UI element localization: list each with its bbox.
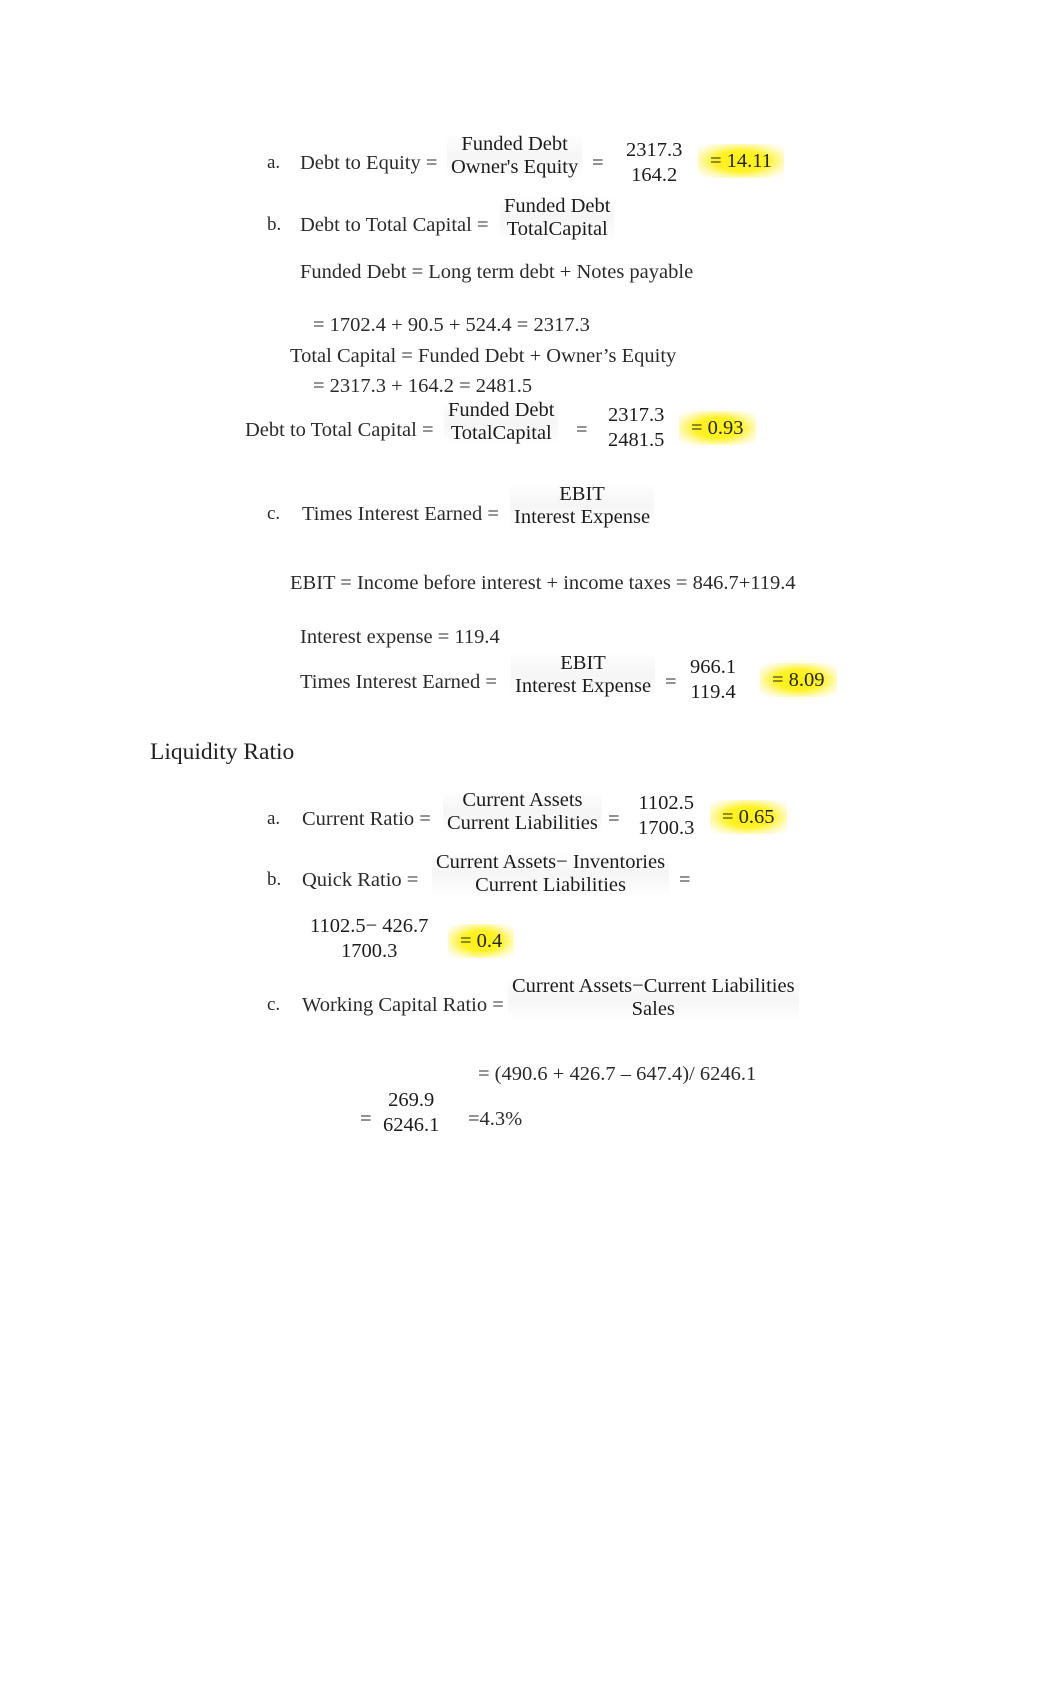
funded-debt-definition: Funded Debt = Long term debt + Notes pay… bbox=[300, 261, 694, 283]
debt-to-total-capital-result-highlight: = 0.93 bbox=[679, 411, 756, 445]
item-letter: a. bbox=[267, 152, 281, 173]
debt-to-total-capital-solved-formula: Funded Debt TotalCapital bbox=[444, 399, 559, 445]
list-item-letter-c-working-capital-ratio: c. bbox=[267, 994, 280, 1016]
value-denominator: 164.2 bbox=[631, 163, 678, 186]
debt-to-total-capital-label: Debt to Total Capital = bbox=[300, 214, 489, 236]
working-capital-ratio-formula: Current Assets−Current Liabilities Sales bbox=[508, 975, 799, 1021]
value-numerator: 966.1 bbox=[690, 656, 737, 678]
value-denominator: 1700.3 bbox=[341, 939, 398, 962]
ebit-definition: EBIT = Income before interest + income t… bbox=[290, 572, 796, 594]
total-capital-definition: Total Capital = Funded Debt + Owner’s Eq… bbox=[290, 345, 677, 367]
formula-numerator: Current Assets− Inventories bbox=[436, 851, 666, 873]
page-title-liquidity-ratio: Liquidity Ratio bbox=[150, 739, 295, 765]
quick-ratio-values: 1102.5− 426.7 1700.3 bbox=[310, 914, 428, 963]
value-denominator: 2481.5 bbox=[608, 428, 665, 451]
debt-to-total-capital-equals-sign: = bbox=[576, 419, 588, 441]
value-denominator: 6246.1 bbox=[383, 1113, 440, 1136]
formula-numerator: EBIT bbox=[559, 483, 605, 505]
item-letter: c. bbox=[267, 994, 281, 1015]
formula-numerator: Funded Debt bbox=[448, 399, 555, 421]
times-interest-earned-label: Times Interest Earned = bbox=[302, 503, 499, 525]
times-interest-earned-result: = 8.09 bbox=[760, 663, 837, 697]
debt-to-total-capital-solved-label: Debt to Total Capital = bbox=[245, 419, 434, 441]
formula-numerator: EBIT bbox=[560, 652, 606, 674]
working-capital-calculation: = (490.6 + 426.7 – 647.4)/ 6246.1 bbox=[478, 1063, 757, 1085]
interest-expense-definition: Interest expense = 119.4 bbox=[300, 626, 500, 648]
debt-to-equity-result-highlight: = 14.11 bbox=[698, 144, 785, 178]
formula-denominator: TotalCapital bbox=[506, 217, 608, 240]
working-capital-percent: =4.3% bbox=[468, 1108, 523, 1130]
quick-ratio-result-highlight: = 0.4 bbox=[448, 924, 515, 958]
current-ratio-result-highlight: = 0.65 bbox=[710, 800, 787, 834]
value-numerator: 269.9 bbox=[388, 1089, 435, 1111]
current-ratio-result: = 0.65 bbox=[710, 800, 787, 834]
item-letter: a. bbox=[267, 808, 281, 829]
formula-denominator: Current Liabilities bbox=[475, 873, 626, 896]
times-interest-earned-solved-formula: EBIT Interest Expense bbox=[511, 652, 656, 698]
funded-debt-calculation: = 1702.4 + 90.5 + 524.4 = 2317.3 bbox=[313, 314, 590, 336]
current-ratio-label: Current Ratio = bbox=[302, 808, 431, 830]
value-denominator: 1700.3 bbox=[638, 816, 695, 839]
debt-to-equity-result: = 14.11 bbox=[698, 144, 785, 178]
value-numerator: 2317.3 bbox=[608, 404, 665, 426]
times-interest-earned-formula: EBIT Interest Expense bbox=[510, 483, 655, 529]
formula-numerator: Current Assets−Current Liabilities bbox=[512, 975, 795, 997]
quick-ratio-label: Quick Ratio = bbox=[302, 869, 419, 891]
formula-denominator: Sales bbox=[631, 997, 675, 1020]
item-letter: c. bbox=[267, 503, 281, 524]
formula-numerator: Funded Debt bbox=[461, 133, 568, 155]
item-letter: b. bbox=[267, 214, 282, 235]
formula-denominator: Interest Expense bbox=[515, 674, 652, 697]
debt-to-total-capital-formula: Funded Debt TotalCapital bbox=[500, 195, 615, 241]
debt-to-equity-equals-sign: = bbox=[592, 152, 604, 174]
list-item-letter-a-debt-to-equity: a. bbox=[267, 152, 280, 174]
list-item-letter-c-times-interest-earned: c. bbox=[267, 503, 280, 525]
debt-to-total-capital-result: = 0.93 bbox=[679, 411, 756, 445]
current-ratio-formula: Current Assets Current Liabilities bbox=[443, 789, 602, 835]
item-letter: b. bbox=[267, 869, 282, 890]
list-item-letter-a-current-ratio: a. bbox=[267, 808, 280, 830]
times-interest-earned-equals-sign: = bbox=[665, 671, 677, 693]
value-numerator: 1102.5− 426.7 bbox=[310, 915, 429, 937]
list-item-letter-b-quick-ratio: b. bbox=[267, 869, 281, 891]
times-interest-earned-solved-label: Times Interest Earned = bbox=[300, 671, 497, 693]
debt-to-equity-label: Debt to Equity = bbox=[300, 152, 438, 174]
value-numerator: 2317.3 bbox=[626, 139, 683, 161]
times-interest-earned-values: 966.1 119.4 bbox=[690, 655, 736, 704]
value-numerator: 1102.5 bbox=[638, 792, 694, 814]
debt-to-total-capital-values: 2317.3 2481.5 bbox=[608, 403, 664, 452]
debt-to-equity-values: 2317.3 164.2 bbox=[626, 138, 682, 187]
total-capital-calculation: = 2317.3 + 164.2 = 2481.5 bbox=[313, 375, 533, 397]
document-page: a. Debt to Equity = Funded Debt Owner's … bbox=[0, 0, 1062, 1691]
times-interest-earned-result-highlight: = 8.09 bbox=[760, 663, 837, 697]
working-capital-equals-sign: = bbox=[360, 1108, 372, 1130]
current-ratio-values: 1102.5 1700.3 bbox=[638, 791, 694, 840]
formula-denominator: Interest Expense bbox=[514, 505, 651, 528]
formula-denominator: TotalCapital bbox=[450, 421, 552, 444]
formula-denominator: Current Liabilities bbox=[447, 811, 598, 834]
formula-denominator: Owner's Equity bbox=[451, 155, 579, 178]
list-item-letter-b-debt-to-total-capital: b. bbox=[267, 214, 281, 236]
working-capital-values: 269.9 6246.1 bbox=[383, 1088, 439, 1137]
value-denominator: 119.4 bbox=[690, 680, 736, 703]
current-ratio-equals-sign: = bbox=[608, 808, 620, 830]
working-capital-ratio-label: Working Capital Ratio = bbox=[302, 994, 504, 1016]
formula-numerator: Current Assets bbox=[462, 789, 583, 811]
debt-to-equity-formula: Funded Debt Owner's Equity bbox=[447, 133, 583, 179]
quick-ratio-result: = 0.4 bbox=[448, 924, 515, 958]
quick-ratio-equals-sign: = bbox=[679, 869, 691, 891]
formula-numerator: Funded Debt bbox=[504, 195, 611, 217]
quick-ratio-formula: Current Assets− Inventories Current Liab… bbox=[432, 851, 670, 897]
